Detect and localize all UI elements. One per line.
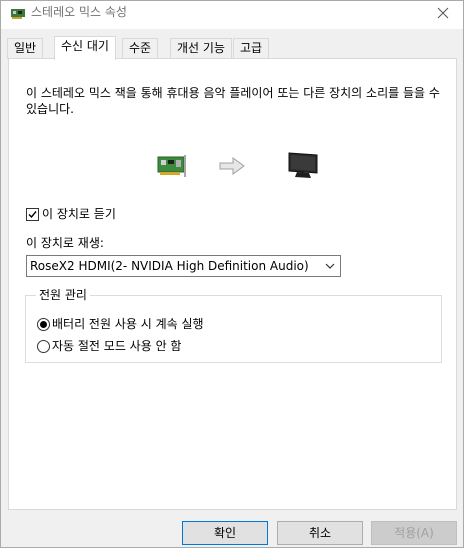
power-group-title: 전원 관리 xyxy=(36,287,90,303)
listen-checkbox[interactable] xyxy=(26,207,39,221)
playback-device-value: RoseX2 HDMI(2- NVIDIA High Definition Au… xyxy=(30,259,309,273)
title-bar: 스테레오 믹스 속성 xyxy=(1,1,463,29)
sound-card-icon xyxy=(11,9,25,19)
listen-panel: 이 스테레오 믹스 잭을 통해 휴대용 음악 플레이어 또는 다른 장치의 소리… xyxy=(8,58,457,510)
power-management-group: 전원 관리 배터리 전원 사용 시 계속 실행 자동 절전 모드 사용 안 함 xyxy=(25,287,442,363)
radio-disable-sleep[interactable]: 자동 절전 모드 사용 안 함 xyxy=(37,338,181,354)
listen-description: 이 스테레오 믹스 잭을 통해 휴대용 음악 플레이어 또는 다른 장치의 소리… xyxy=(26,86,440,116)
tab-levels[interactable]: 수준 xyxy=(122,38,159,59)
device-illustration xyxy=(157,149,327,189)
sound-card-icon xyxy=(157,155,186,177)
radio-disable-sleep-label: 자동 절전 모드 사용 안 함 xyxy=(52,339,182,353)
arrow-right-icon xyxy=(219,157,245,175)
playback-device-label: 이 장치로 재생: xyxy=(26,236,104,250)
radio-keep-running-label: 배터리 전원 사용 시 계속 실행 xyxy=(52,317,204,331)
listen-checkbox-label: 이 장치로 듣기 xyxy=(42,207,116,221)
radio-button[interactable] xyxy=(37,339,50,353)
radio-button-selected[interactable] xyxy=(37,317,50,331)
cancel-button[interactable]: 취소 xyxy=(277,521,363,545)
close-button[interactable] xyxy=(423,1,463,25)
checkmark-icon xyxy=(28,210,37,218)
chevron-down-icon xyxy=(325,263,335,269)
listen-checkbox-row[interactable]: 이 장치로 듣기 xyxy=(26,206,116,222)
apply-button[interactable]: 적용(A) xyxy=(371,521,457,545)
close-icon xyxy=(437,7,449,19)
tab-enhancements[interactable]: 개선 기능 xyxy=(170,38,232,59)
radio-keep-running[interactable]: 배터리 전원 사용 시 계속 실행 xyxy=(37,316,204,332)
window-title: 스테레오 믹스 속성 xyxy=(31,5,127,19)
ok-button[interactable]: 확인 xyxy=(182,521,268,545)
tab-listen[interactable]: 수신 대기 xyxy=(54,36,116,60)
monitor-icon xyxy=(288,152,318,178)
tab-advanced[interactable]: 고급 xyxy=(233,38,270,59)
tab-general[interactable]: 일반 xyxy=(7,38,44,59)
playback-device-select[interactable]: RoseX2 HDMI(2- NVIDIA High Definition Au… xyxy=(26,255,341,277)
properties-window: 스테레오 믹스 속성 일반 수신 대기 수준 개선 기능 고급 이 스테레오 믹… xyxy=(0,0,464,548)
